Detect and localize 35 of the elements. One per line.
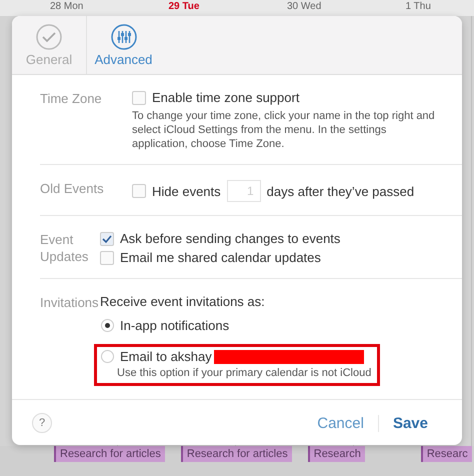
day-header: 28 Mon [49, 0, 84, 14]
radio-button[interactable] [101, 319, 114, 332]
day-header: 29 Tue [168, 0, 200, 14]
day-header: 1 Thu [404, 0, 432, 14]
days-suffix: days after they’ve passed [266, 184, 414, 198]
day-header: 30 Wed [286, 0, 322, 14]
cancel-button[interactable]: Cancel [303, 414, 378, 432]
checkbox[interactable] [100, 250, 114, 264]
section-label: Invitations [40, 294, 100, 312]
calendar-event[interactable]: Research for articles [54, 446, 165, 462]
calendar-event[interactable]: Researc [420, 446, 472, 462]
checkbox-label: Hide events [152, 184, 221, 198]
radio-label: Email to akshay [120, 349, 212, 364]
tab[interactable]: General [12, 16, 86, 74]
calendar-event[interactable]: Research [308, 446, 365, 462]
checkbox[interactable] [132, 90, 146, 104]
section-label: Time Zone [40, 90, 103, 108]
section-label: Event Updates [40, 231, 90, 265]
checkbox-label: Enable time zone support [152, 90, 300, 105]
save-button[interactable]: Save [378, 414, 442, 432]
tab[interactable]: Advanced [86, 16, 160, 74]
checkbox-label: Email me shared calendar updates [120, 250, 321, 265]
checkbox-label: Ask before sending changes to events [120, 231, 340, 246]
checkbox[interactable] [100, 232, 114, 246]
help-text: To change your time zone, click your name in the top right and select iCloud Settings from the menu. In the settings application, choose Time Zone. [132, 109, 436, 151]
sliders-icon [110, 24, 136, 50]
invitations-heading: Receive event invitations as: [100, 294, 266, 309]
checkbox[interactable] [132, 184, 146, 198]
option-note: Use this option if your primary calendar is not iCloud [116, 367, 372, 379]
radio-label: In-app notifications [120, 318, 230, 333]
radio-button[interactable] [101, 350, 114, 363]
section-label: Old Events [40, 180, 105, 198]
checkmark-icon [36, 24, 62, 50]
calendar-event[interactable]: Research for articles [180, 446, 292, 462]
help-button[interactable]: ? [32, 413, 52, 433]
